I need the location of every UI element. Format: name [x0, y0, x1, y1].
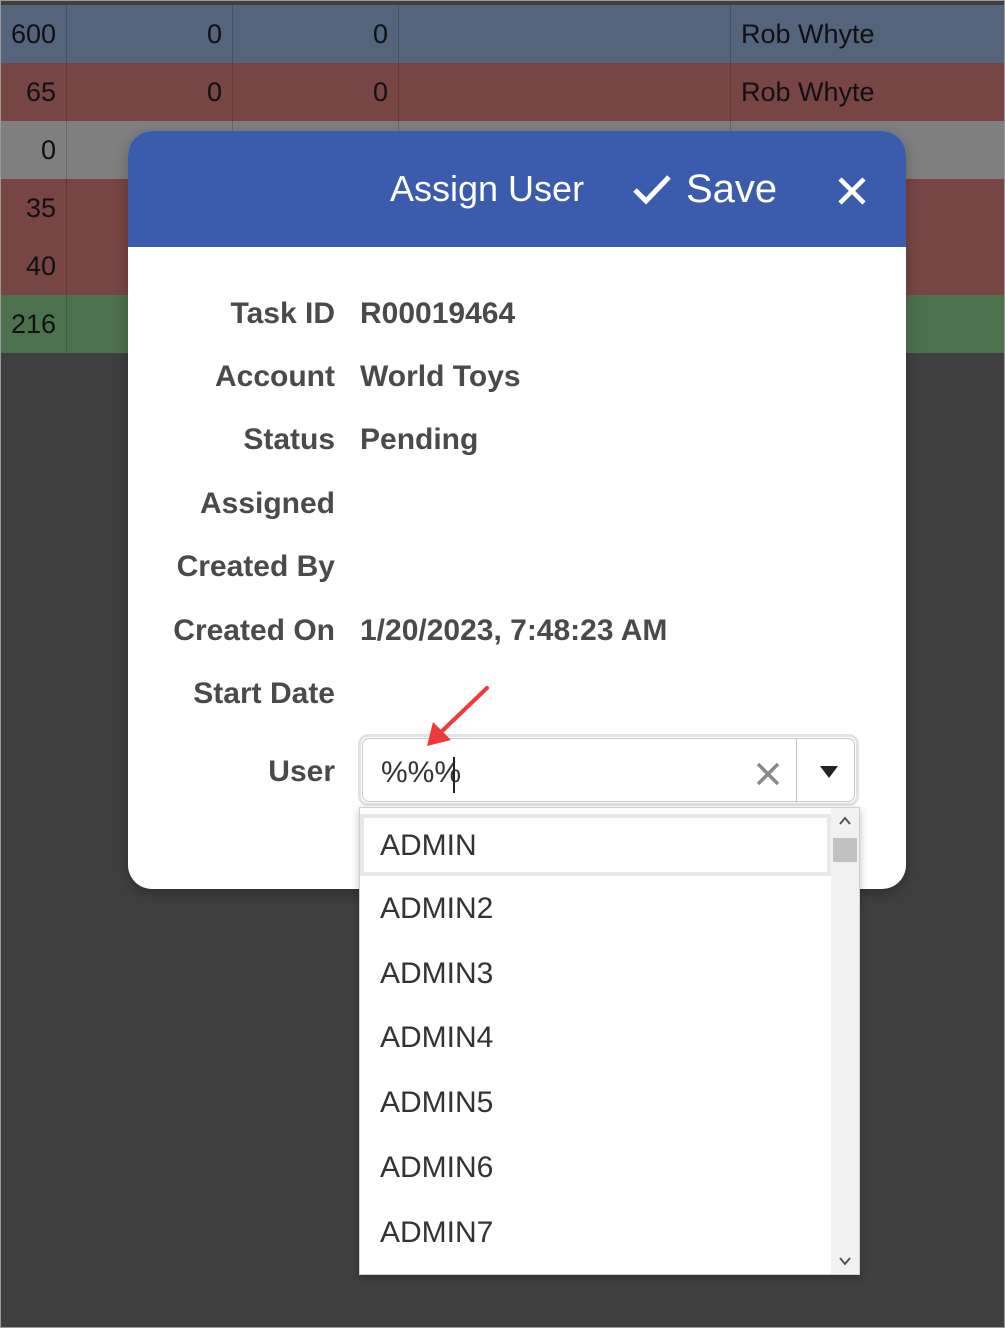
created-on-label: Created On — [173, 614, 335, 647]
account-value: World Toys — [360, 360, 521, 393]
dropdown-option[interactable]: ADMIN5 — [360, 1071, 831, 1135]
save-button[interactable]: Save — [632, 165, 777, 213]
dialog-header: Assign User Save — [128, 131, 906, 247]
save-label: Save — [686, 166, 778, 211]
user-label: User — [268, 755, 335, 788]
annotation-arrow-icon — [427, 686, 489, 746]
user-dropdown-list: ADMIN ADMIN2 ADMIN3 ADMIN4 ADMIN5 ADMIN6 ADMIN… — [359, 807, 860, 1275]
dropdown-option[interactable]: ADMIN — [360, 814, 831, 876]
app-frame: 60000Rob Whyte6500Rob Whyte03540216 Assi… — [0, 0, 1005, 1328]
task-id-value: R00019464 — [360, 297, 516, 330]
text-caret — [453, 757, 455, 793]
user-search-input[interactable]: %%% — [381, 753, 461, 793]
scroll-up-icon[interactable] — [831, 808, 859, 834]
dropdown-option[interactable]: ADMIN2 — [360, 877, 831, 941]
account-label: Account — [215, 360, 335, 393]
scrollbar-thumb[interactable] — [833, 838, 857, 862]
dropdown-scrollbar[interactable] — [831, 808, 859, 1274]
start-date-label: Start Date — [193, 677, 335, 710]
created-by-label: Created By — [176, 550, 335, 583]
dropdown-arrow-icon[interactable] — [797, 739, 858, 803]
dropdown-option[interactable]: ADMIN3 — [360, 942, 831, 1006]
clear-icon[interactable] — [753, 759, 783, 789]
close-icon[interactable] — [832, 171, 872, 211]
dropdown-option[interactable]: ADMIN4 — [360, 1006, 831, 1070]
task-id-label: Task ID — [230, 297, 336, 330]
status-value: Pending — [360, 423, 479, 456]
check-icon — [633, 175, 671, 205]
dropdown-option[interactable]: ADMIN7 — [360, 1201, 831, 1265]
created-on-value: 1/20/2023, 7:48:23 AM — [360, 614, 668, 647]
dialog-title: Assign User — [390, 168, 585, 209]
status-label: Status — [243, 423, 335, 456]
assigned-label: Assigned — [199, 487, 335, 520]
scroll-down-icon[interactable] — [831, 1248, 859, 1274]
dropdown-option[interactable]: ADMIN6 — [360, 1136, 831, 1200]
